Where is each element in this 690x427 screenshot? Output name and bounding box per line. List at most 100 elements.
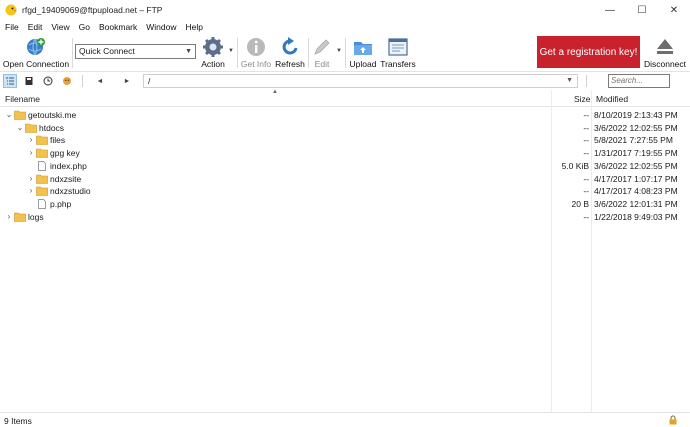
- search-input[interactable]: [611, 76, 669, 85]
- row-size: --: [583, 211, 589, 222]
- menu-view[interactable]: View: [51, 22, 69, 32]
- quick-connect-select[interactable]: Quick Connect ▼: [75, 44, 196, 59]
- path-bar: ◄ ► / ▼: [0, 72, 690, 90]
- row-filename: gpg key: [50, 148, 80, 159]
- row-modified: 1/31/2017 7:19:55 PM: [594, 148, 678, 159]
- row-size: --: [583, 135, 589, 146]
- cyberduck-app-icon: [5, 4, 17, 16]
- edit-dropdown-icon[interactable]: ▼: [336, 48, 342, 54]
- menu-help[interactable]: Help: [185, 22, 202, 32]
- table-row[interactable]: › gpg key -- 1/31/2017 7:19:55 PM: [0, 147, 690, 160]
- pencil-icon: [314, 39, 330, 55]
- refresh-button[interactable]: Refresh: [275, 34, 305, 72]
- table-row[interactable]: ⌄ htdocs -- 3/6/2022 12:02:55 PM: [0, 122, 690, 135]
- disconnect-button[interactable]: Disconnect: [643, 34, 687, 72]
- row-filename: files: [50, 135, 66, 146]
- status-bar: 9 Items: [0, 412, 690, 427]
- row-size: --: [583, 173, 589, 184]
- action-dropdown-icon[interactable]: ▼: [228, 48, 234, 54]
- bonjour-icon: [63, 77, 71, 85]
- chevron-down-icon: ▼: [566, 77, 573, 84]
- sort-ascending-icon: ▲: [272, 89, 278, 95]
- bonjour-button[interactable]: [60, 74, 74, 88]
- row-filename: ndxzstudio: [50, 186, 91, 197]
- expand-toggle-icon[interactable]: ›: [27, 186, 35, 195]
- row-modified: 3/6/2022 12:02:55 PM: [594, 160, 678, 171]
- folder-icon: [14, 212, 26, 222]
- menu-bookmark[interactable]: Bookmark: [99, 22, 137, 32]
- open-connection-button[interactable]: Open Connection: [3, 34, 69, 72]
- expand-toggle-icon[interactable]: ›: [27, 148, 35, 157]
- history-button[interactable]: [41, 74, 55, 88]
- table-row[interactable]: p.php 20 B 3/6/2022 12:01:31 PM: [0, 198, 690, 211]
- file-browser: Filename ▲ Size Modified ⌄ getoutski.me --…: [0, 89, 690, 412]
- search-field[interactable]: [608, 74, 670, 88]
- row-filename: logs: [28, 211, 44, 222]
- file-icon: [38, 160, 46, 171]
- edit-label: Edit: [314, 59, 330, 69]
- row-modified: 4/17/2017 4:08:23 PM: [594, 186, 678, 197]
- menu-file[interactable]: File: [5, 22, 19, 32]
- folder-icon: [36, 186, 48, 196]
- table-row[interactable]: › files -- 5/8/2021 7:27:55 PM: [0, 134, 690, 147]
- edit-button[interactable]: Edit: [311, 34, 333, 72]
- back-button[interactable]: ◄: [90, 74, 110, 88]
- open-connection-label: Open Connection: [2, 59, 70, 69]
- folder-icon: [36, 174, 48, 184]
- table-row[interactable]: › ndxzsite -- 4/17/2017 1:07:17 PM: [0, 173, 690, 186]
- toolbar: Open Connection Quick Connect ▼ Action ▼…: [0, 34, 690, 72]
- close-button[interactable]: ✕: [658, 0, 690, 20]
- get-info-label: Get Info: [240, 59, 272, 69]
- folder-icon: [36, 136, 48, 146]
- menu-go[interactable]: Go: [79, 22, 90, 32]
- row-filename: p.php: [50, 198, 72, 209]
- toolbar-divider: [72, 38, 73, 68]
- table-row[interactable]: › ndxzstudio -- 4/17/2017 4:08:23 PM: [0, 185, 690, 198]
- window-title: rfgd_19409069@ftpupload.net – FTP: [22, 5, 163, 15]
- path-select[interactable]: / ▼: [143, 74, 578, 88]
- minimize-button[interactable]: —: [594, 0, 626, 20]
- table-row[interactable]: ⌄ getoutski.me -- 8/10/2019 2:13:43 PM: [0, 109, 690, 122]
- get-info-button[interactable]: Get Info: [240, 34, 272, 72]
- info-icon: [247, 38, 265, 56]
- column-header-modified[interactable]: Modified: [596, 94, 628, 104]
- menu-edit[interactable]: Edit: [28, 22, 43, 32]
- toolbar-divider: [237, 38, 238, 68]
- upload-label: Upload: [349, 59, 377, 69]
- folder-upload-icon: [354, 42, 372, 55]
- upload-button[interactable]: Upload: [348, 34, 378, 72]
- maximize-button[interactable]: ☐: [626, 0, 658, 20]
- status-item-count: 9 Items: [4, 416, 32, 426]
- action-button[interactable]: Action: [199, 34, 227, 72]
- row-modified: 1/22/2018 9:49:03 PM: [594, 211, 678, 222]
- action-label: Action: [201, 59, 225, 69]
- registration-key-button[interactable]: Get a registration key!: [537, 36, 640, 68]
- title-bar: rfgd_19409069@ftpupload.net – FTP — ☐ ✕: [0, 0, 690, 20]
- outline-view-button[interactable]: [3, 74, 17, 88]
- column-header-size[interactable]: Size: [574, 94, 591, 104]
- expand-toggle-icon[interactable]: ⌄: [5, 110, 13, 119]
- menu-window[interactable]: Window: [146, 22, 176, 32]
- expand-toggle-icon[interactable]: ›: [27, 174, 35, 183]
- globe-plus-icon: [27, 38, 45, 56]
- transfers-button[interactable]: Transfers: [380, 34, 416, 72]
- menu-bar: File Edit View Go Bookmark Window Help: [0, 20, 690, 34]
- transfers-window-icon: [388, 38, 408, 56]
- table-row[interactable]: index.php 5.0 KiB 3/6/2022 12:02:55 PM: [0, 160, 690, 173]
- expand-toggle-icon[interactable]: ›: [27, 135, 35, 144]
- forward-button[interactable]: ►: [117, 74, 137, 88]
- lock-icon: [669, 415, 677, 425]
- quick-connect-value: Quick Connect: [79, 46, 135, 56]
- refresh-icon: [282, 37, 298, 55]
- path-bar-divider: [586, 75, 587, 87]
- expand-toggle-icon[interactable]: ⌄: [16, 123, 24, 132]
- column-header-filename[interactable]: Filename: [5, 94, 40, 104]
- row-modified: 8/10/2019 2:13:43 PM: [594, 110, 678, 120]
- expand-toggle-icon[interactable]: ›: [5, 212, 13, 221]
- row-size: 20 B: [571, 198, 590, 209]
- row-size: --: [583, 186, 589, 197]
- book-icon: [25, 77, 33, 85]
- table-row[interactable]: › logs -- 1/22/2018 9:49:03 PM: [0, 211, 690, 224]
- bookmarks-button[interactable]: [22, 74, 36, 88]
- folder-icon: [14, 110, 26, 120]
